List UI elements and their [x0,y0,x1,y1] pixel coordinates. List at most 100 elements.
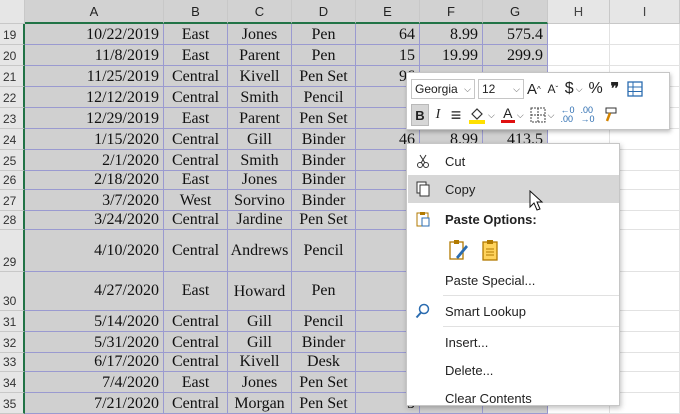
cell-a29[interactable]: 4/10/2020 [25,230,164,272]
cell-a26[interactable]: 2/18/2020 [25,171,164,190]
row-header[interactable]: 27 [0,190,25,211]
select-all-corner[interactable] [0,0,25,24]
cell-empty[interactable] [548,24,610,45]
row-header[interactable]: 24 [0,129,25,150]
cell-b27[interactable]: West [164,190,228,211]
row-header[interactable]: 31 [0,311,25,332]
cell-c23[interactable]: Parent [228,108,292,129]
cell-a23[interactable]: 12/29/2019 [25,108,164,129]
cell-d29[interactable]: Pencil [292,230,356,272]
cell-d26[interactable]: Binder [292,171,356,190]
cell-e19[interactable]: 64 [356,24,420,45]
increase-font-size-button[interactable]: A ^ [524,78,544,100]
column-header-d[interactable]: D [292,0,356,24]
cell-empty[interactable] [610,272,680,311]
cell-f20[interactable]: 19.99 [420,45,483,66]
cell-a22[interactable]: 12/12/2019 [25,87,164,108]
cell-b20[interactable]: East [164,45,228,66]
row-header[interactable]: 35 [0,393,25,414]
cell-b21[interactable]: Central [164,66,228,87]
menu-item-clear-contents[interactable]: Clear Contents [408,384,619,412]
cell-empty[interactable] [610,24,680,45]
column-header-f[interactable]: F [420,0,483,24]
cell-empty[interactable] [610,150,680,171]
cell-d28[interactable]: Pen Set [292,211,356,230]
cell-d30[interactable]: Pen [292,272,356,311]
cell-d19[interactable]: Pen [292,24,356,45]
cell-c34[interactable]: Jones [228,372,292,393]
cell-b19[interactable]: East [164,24,228,45]
cell-a25[interactable]: 2/1/2020 [25,150,164,171]
cell-a33[interactable]: 6/17/2020 [25,353,164,372]
cell-c25[interactable]: Smith [228,150,292,171]
cell-d34[interactable]: Pen Set [292,372,356,393]
row-header[interactable]: 22 [0,87,25,108]
cell-a34[interactable]: 7/4/2020 [25,372,164,393]
cell-c20[interactable]: Parent [228,45,292,66]
cell-c22[interactable]: Smith [228,87,292,108]
cell-d25[interactable]: Binder [292,150,356,171]
row-header[interactable]: 33 [0,353,25,372]
font-name-dropdown[interactable]: Georgia ⌵ [411,79,475,99]
paste-button[interactable] [445,237,471,263]
column-header-a[interactable]: A [25,0,164,24]
cell-d20[interactable]: Pen [292,45,356,66]
cell-c26[interactable]: Jones [228,171,292,190]
cell-b32[interactable]: Central [164,332,228,353]
cell-empty[interactable] [610,332,680,353]
cell-empty[interactable] [610,393,680,414]
cell-empty[interactable] [610,230,680,272]
cell-c31[interactable]: Gill [228,311,292,332]
column-header-e[interactable]: E [356,0,420,24]
cell-c29[interactable]: Andrews [228,230,292,272]
cell-d27[interactable]: Binder [292,190,356,211]
cell-empty[interactable] [610,45,680,66]
menu-item-delete[interactable]: Delete... [408,356,619,384]
format-as-table-button[interactable] [624,78,646,100]
row-header[interactable]: 25 [0,150,25,171]
menu-item-paste-special[interactable]: Paste Special... [408,266,619,294]
cell-d35[interactable]: Pen Set [292,393,356,414]
cell-c30[interactable]: Howard [228,272,292,311]
cell-b34[interactable]: East [164,372,228,393]
cell-empty[interactable] [610,353,680,372]
bold-button[interactable]: B [411,104,429,126]
decrease-decimal-button[interactable]: .00 →0 [578,104,598,126]
cell-a35[interactable]: 7/21/2020 [25,393,164,414]
cell-e20[interactable]: 15 [356,45,420,66]
cell-a32[interactable]: 5/31/2020 [25,332,164,353]
paste-values-button[interactable] [477,237,503,263]
row-header[interactable]: 23 [0,108,25,129]
cell-d22[interactable]: Pencil [292,87,356,108]
cell-c24[interactable]: Gill [228,129,292,150]
cell-f19[interactable]: 8.99 [420,24,483,45]
cell-empty[interactable] [610,211,680,230]
cell-c21[interactable]: Kivell [228,66,292,87]
menu-item-cut[interactable]: Cut [408,147,619,175]
cell-b26[interactable]: East [164,171,228,190]
column-header-g[interactable]: G [483,0,548,24]
cell-empty[interactable] [610,372,680,393]
cell-c33[interactable]: Kivell [228,353,292,372]
cell-a19[interactable]: 10/22/2019 [25,24,164,45]
cell-a27[interactable]: 3/7/2020 [25,190,164,211]
column-header-b[interactable]: B [164,0,228,24]
row-header[interactable]: 26 [0,171,25,190]
cell-g19[interactable]: 575.4 [483,24,548,45]
cell-b35[interactable]: Central [164,393,228,414]
italic-button[interactable]: I [429,104,447,126]
font-size-dropdown[interactable]: 12 ⌵ [478,79,524,99]
fill-color-button[interactable]: ⌵ [465,104,498,126]
cell-d31[interactable]: Pencil [292,311,356,332]
row-header[interactable]: 32 [0,332,25,353]
cell-b28[interactable]: Central [164,211,228,230]
cell-empty[interactable] [610,190,680,211]
column-header-h[interactable]: H [548,0,610,24]
cell-c19[interactable]: Jones [228,24,292,45]
cell-d23[interactable]: Pen Set [292,108,356,129]
menu-item-copy[interactable]: Copy [408,175,619,203]
cell-b33[interactable]: Central [164,353,228,372]
cell-c35[interactable]: Morgan [228,393,292,414]
cell-a30[interactable]: 4/27/2020 [25,272,164,311]
cell-g20[interactable]: 299.9 [483,45,548,66]
